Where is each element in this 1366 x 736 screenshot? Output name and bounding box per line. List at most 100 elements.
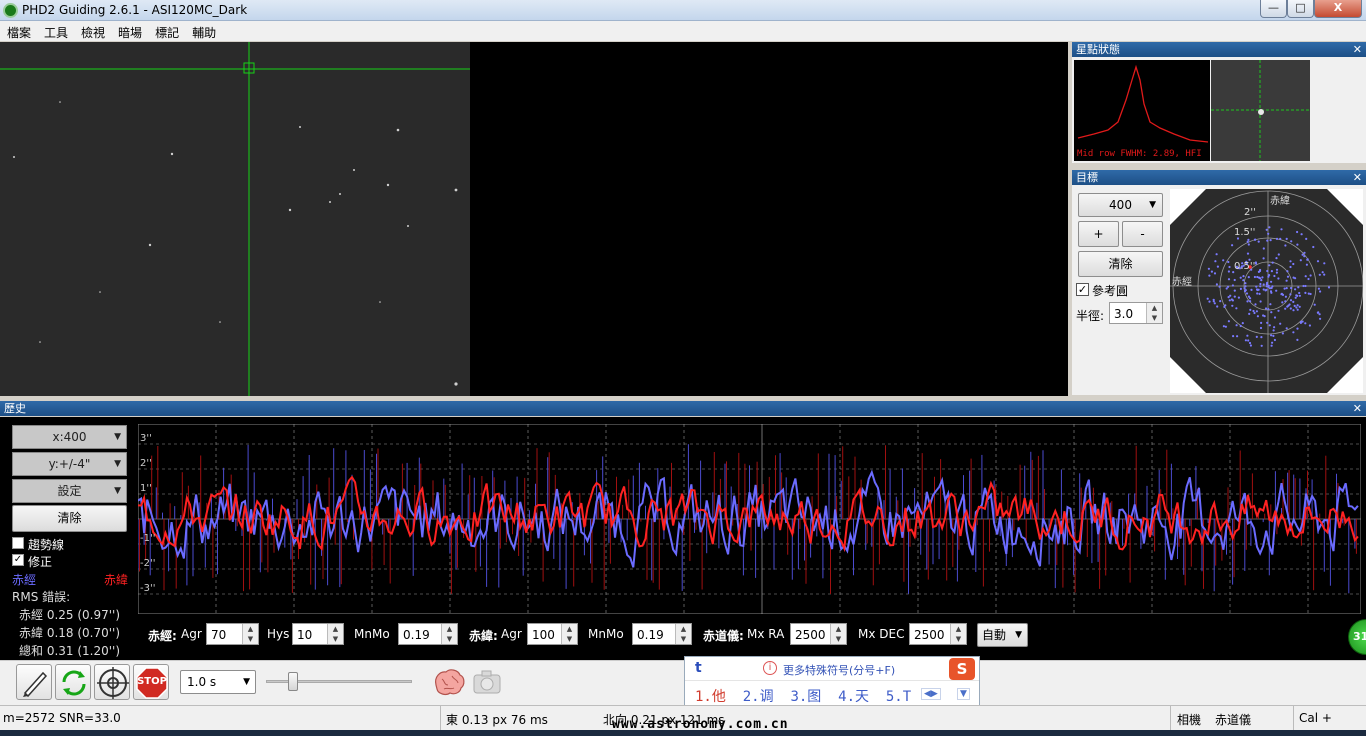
target-clear-button[interactable]: 清除	[1078, 251, 1163, 277]
menu-bookmarks[interactable]: 標記	[148, 21, 185, 41]
spinner-arrows[interactable]: ▲ ▼	[441, 624, 457, 644]
menu-help[interactable]: 輔助	[185, 21, 222, 41]
target-scatter-point	[1268, 226, 1271, 229]
target-scatter-point	[1292, 276, 1295, 279]
correction-checkbox[interactable]: ✓	[12, 554, 24, 566]
ra-agr-input[interactable]: 70 ▲ ▼	[206, 623, 259, 645]
status-east: 東 0.13 px 76 ms	[446, 713, 548, 727]
edge-badge[interactable]: 31	[1348, 619, 1366, 655]
menu-view[interactable]: 檢視	[74, 21, 111, 41]
menu-tools[interactable]: 工具	[37, 21, 74, 41]
guide-button[interactable]	[55, 664, 91, 700]
menu-darks[interactable]: 暗場	[111, 21, 148, 41]
ime-expand-icon[interactable]: ▼	[957, 688, 970, 700]
target-scatter-point	[1307, 292, 1310, 295]
target-scatter-point	[1292, 309, 1295, 312]
y-tick-neg3: -3''	[140, 583, 155, 594]
target-scatter-point	[1285, 287, 1288, 290]
correction-label: 修正	[28, 555, 53, 569]
spinner-arrows[interactable]: ▲ ▼	[830, 624, 846, 644]
dec-agr-input[interactable]: 100 ▲ ▼	[527, 623, 578, 645]
target-scatter-point	[1219, 300, 1222, 303]
ime-candidate-3[interactable]: 3.图	[790, 689, 821, 705]
target-scatter-point	[1296, 308, 1299, 311]
stop-button[interactable]: STOP	[133, 664, 169, 700]
spinner-arrows[interactable]: ▲ ▼	[242, 624, 258, 644]
history-title: 歷史	[4, 402, 26, 415]
spinner-arrows[interactable]: ▲ ▼	[327, 624, 343, 644]
target-scatter-point	[1213, 302, 1216, 305]
trendline-checkbox[interactable]	[12, 537, 24, 549]
target-scatter-point	[1275, 271, 1278, 274]
target-scatter-point	[1260, 279, 1263, 282]
target-scatter-point	[1317, 311, 1320, 314]
target-scatter-point	[1231, 284, 1234, 287]
history-close-icon[interactable]: ✕	[1353, 401, 1362, 416]
ref-circle-checkbox[interactable]: ✓	[1076, 283, 1089, 296]
mxdec-input[interactable]: 2500 ▲ ▼	[909, 623, 967, 645]
target-scatter-point	[1264, 289, 1267, 292]
spinner-arrows[interactable]: ▲ ▼	[675, 624, 691, 644]
target-scatter-point	[1280, 228, 1283, 231]
dec-mnmo-input[interactable]: 0.19 ▲ ▼	[632, 623, 692, 645]
ra-mnmo-input[interactable]: 0.19 ▲ ▼	[398, 623, 458, 645]
target-scatter-point	[1289, 260, 1292, 263]
target-scatter-point	[1285, 279, 1288, 282]
target-close-icon[interactable]: ✕	[1353, 170, 1362, 185]
mxra-input[interactable]: 2500 ▲ ▼	[790, 623, 847, 645]
target-scatter-point	[1321, 271, 1324, 274]
x-scale-dropdown[interactable]: x:400 ▼	[12, 425, 127, 449]
history-clear-button[interactable]: 清除	[12, 505, 127, 532]
target-scatter-point	[1255, 285, 1258, 288]
target-scatter-point	[1292, 300, 1295, 303]
zoom-out-button[interactable]: -	[1122, 221, 1163, 247]
brain-button[interactable]	[432, 667, 466, 697]
ime-candidate-1[interactable]: 1.他	[695, 689, 726, 705]
star-profile-close-icon[interactable]: ✕	[1353, 42, 1362, 57]
exposure-dropdown[interactable]: 1.0 s ▼	[180, 670, 256, 694]
history-settings-dropdown[interactable]: 設定 ▼	[12, 479, 127, 503]
target-scatter-point	[1277, 309, 1280, 312]
crosshair-button[interactable]	[94, 664, 130, 700]
target-scatter-point	[1267, 232, 1270, 235]
ime-candidate-popup: t i 更多特殊符号(分号+F) S 1.他 2.调 3.图 4.天 5.T ◀…	[684, 656, 980, 708]
target-scatter-point	[1223, 305, 1226, 308]
camera-image-view[interactable]	[0, 42, 1068, 396]
radius-value: 3.0	[1114, 307, 1134, 321]
radius-spinner-arrows[interactable]: ▲ ▼	[1146, 303, 1162, 323]
target-scatter-point	[1260, 321, 1263, 324]
spinner-arrows[interactable]: ▲ ▼	[950, 624, 966, 644]
ime-hint[interactable]: 更多特殊符号(分号+F)	[783, 662, 895, 678]
target-scatter-point	[1284, 295, 1287, 298]
target-scatter-point	[1241, 322, 1244, 325]
maximize-button[interactable]: □	[1287, 0, 1314, 18]
target-scale-dropdown[interactable]: 400 ▼	[1078, 193, 1163, 217]
gamma-slider-thumb[interactable]	[288, 672, 298, 691]
target-scatter-point	[1309, 274, 1312, 277]
target-scatter-point	[1273, 274, 1276, 278]
ime-input-text: t	[695, 660, 702, 676]
close-button[interactable]: X	[1314, 0, 1362, 18]
target-scatter-point	[1218, 285, 1221, 288]
radius-input[interactable]: 3.0 ▲ ▼	[1109, 302, 1163, 324]
loop-button[interactable]	[16, 664, 52, 700]
target-scatter-point	[1231, 244, 1234, 247]
ime-page-arrows-icon[interactable]: ◀▶	[921, 688, 941, 700]
ime-candidate-2[interactable]: 2.调	[743, 689, 774, 705]
target-scatter-point	[1214, 260, 1217, 263]
dec-mode-dropdown[interactable]: 自動 ▼	[977, 623, 1028, 647]
spinner-arrows[interactable]: ▲ ▼	[561, 624, 577, 644]
y-scale-dropdown[interactable]: y:+/-4" ▼	[12, 452, 127, 476]
info-icon: i	[763, 661, 777, 675]
dec-mnmo-label: MnMo	[588, 627, 624, 641]
target-scatter-point	[1242, 275, 1245, 278]
camera-settings-button[interactable]	[472, 668, 504, 696]
ra-hys-input[interactable]: 10 ▲ ▼	[292, 623, 344, 645]
ime-candidate-4[interactable]: 4.天	[838, 689, 869, 705]
minimize-button[interactable]: —	[1260, 0, 1287, 18]
zoom-in-button[interactable]: +	[1078, 221, 1119, 247]
history-panel: x:400 ▼ y:+/-4" ▼ 設定 ▼ 清除 趨勢線 ✓ 修正 赤經 赤緯 RM…	[0, 417, 1366, 660]
target-scatter-point	[1259, 300, 1262, 303]
ime-candidate-5[interactable]: 5.T	[886, 689, 911, 705]
menu-file[interactable]: 檔案	[0, 21, 37, 41]
